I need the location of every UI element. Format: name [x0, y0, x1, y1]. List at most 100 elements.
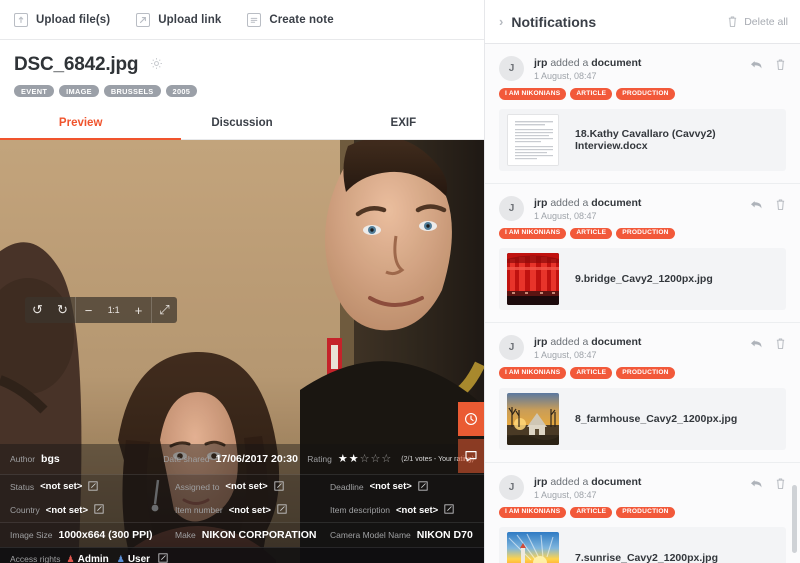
edit-icon[interactable] [418, 481, 428, 493]
notification-user: jrp [534, 475, 548, 488]
badge[interactable]: ARTICLE [570, 227, 613, 240]
attachment-name: 18.Kathy Cavallaro (Cavvy2) Interview.do… [575, 127, 716, 152]
edit-icon[interactable] [88, 481, 98, 493]
tab-preview[interactable]: Preview [0, 107, 182, 141]
country-value: <not set> [45, 504, 89, 516]
badge[interactable]: I AM NIKONIANS [499, 227, 567, 240]
image-size-field: Image Size 1000x664 (300 PPI) [10, 529, 175, 541]
edit-icon[interactable] [274, 481, 284, 493]
notification-item[interactable]: J jrp added a document 1 August, 08:47 I… [485, 183, 800, 324]
rotate-left-icon[interactable]: ↺ [25, 297, 50, 323]
delete-all-button[interactable]: Delete all [727, 15, 788, 28]
rating-label: Rating [307, 454, 332, 465]
notification-text: jrp added a document [534, 336, 750, 348]
create-note-button[interactable]: Create note [247, 12, 334, 27]
comment-button[interactable] [458, 439, 484, 474]
notifications-header: › Notifications Delete all [485, 0, 800, 44]
viewer-side-buttons [458, 402, 484, 474]
item-description-field: Item description <not set> [330, 504, 474, 516]
badge[interactable]: PRODUCTION [616, 88, 675, 100]
badge-list: I AM NIKONIANS ARTICLE PRODUCTION [499, 506, 786, 519]
notifications-list[interactable]: J jrp added a document 1 August, 08:47 I… [485, 44, 800, 563]
attachment[interactable]: 18.Kathy Cavallaro (Cavvy2) Interview.do… [499, 108, 786, 171]
avatar: J [499, 474, 524, 500]
zoom-reset-label[interactable]: 1:1 [101, 297, 126, 323]
zoom-out-icon[interactable]: − [76, 297, 101, 323]
speech-bubble-icon [465, 451, 477, 462]
tag-item[interactable]: IMAGE [59, 85, 99, 98]
reply-arrow-icon[interactable] [750, 198, 763, 216]
attachment[interactable]: 7.sunrise_Cavy2_1200px.jpg [499, 527, 786, 563]
notification-item[interactable]: J jrp added a document 1 August, 08:47 I… [485, 462, 800, 563]
notification-item[interactable]: J jrp added a document 1 August, 08:47 I… [485, 44, 800, 184]
country-label: Country [10, 505, 40, 516]
image-zoom-toolbar: ↺ ↻ − 1:1 + ⤢ [25, 297, 177, 324]
date-shared-field: Date shared 17/06/2017 20:30 [163, 453, 307, 465]
document-thumbnail [507, 113, 559, 166]
image-preview[interactable]: 19 [0, 140, 484, 563]
badge[interactable]: ARTICLE [570, 88, 613, 100]
reply-arrow-icon[interactable] [750, 337, 763, 355]
badge[interactable]: PRODUCTION [616, 367, 675, 379]
star-icon[interactable]: ★ [349, 453, 359, 465]
assigned-to-label: Assigned to [175, 481, 220, 492]
badge[interactable]: ARTICLE [570, 506, 613, 519]
delete-notification-icon[interactable] [775, 58, 786, 76]
deadline-value: <not set> [369, 481, 412, 493]
avatar: J [499, 195, 524, 221]
reply-arrow-icon[interactable] [750, 477, 763, 495]
reply-arrow-icon[interactable] [750, 58, 763, 76]
upload-toolbar: Upload file(s) Upload link Create note [0, 0, 484, 40]
delete-notification-icon[interactable] [775, 477, 786, 495]
tab-exif[interactable]: EXIF [323, 107, 484, 139]
external-link-icon [136, 12, 151, 27]
edit-icon[interactable] [277, 504, 287, 516]
tag-list: EVENT IMAGE BRUSSELS 2005 [14, 85, 470, 98]
tag-item[interactable]: 2005 [165, 85, 198, 98]
notifications-scrollbar[interactable] [792, 485, 797, 553]
upload-link-button[interactable]: Upload link [136, 12, 221, 27]
attachment[interactable]: 8_farmhouse_Cavy2_1200px.jpg [499, 387, 786, 450]
deadline-label: Deadline [330, 481, 364, 492]
fullscreen-icon[interactable]: ⤢ [152, 297, 177, 323]
badge[interactable]: PRODUCTION [616, 227, 675, 240]
delete-notification-icon[interactable] [775, 198, 786, 216]
rotate-right-icon[interactable]: ↻ [50, 297, 75, 323]
badge[interactable]: PRODUCTION [616, 506, 675, 519]
badge[interactable]: I AM NIKONIANS [499, 367, 567, 379]
notification-object: document [591, 475, 642, 488]
rating-stars[interactable]: ★ ★ ☆ ☆ ☆ [338, 453, 391, 465]
chevron-right-icon[interactable]: › [499, 15, 503, 28]
star-icon[interactable]: ☆ [381, 453, 391, 465]
history-button[interactable] [458, 402, 484, 437]
notification-user: jrp [534, 196, 548, 209]
attachment[interactable]: 9.bridge_Cavy2_1200px.jpg [499, 248, 786, 311]
zoom-in-icon[interactable]: + [126, 297, 151, 323]
clock-circle-icon [465, 413, 477, 426]
deadline-field: Deadline <not set> [330, 481, 474, 493]
tag-item[interactable]: EVENT [14, 85, 55, 98]
edit-icon[interactable] [444, 504, 454, 516]
delete-notification-icon[interactable] [775, 337, 786, 355]
badge[interactable]: I AM NIKONIANS [499, 88, 567, 100]
upload-files-button[interactable]: Upload file(s) [14, 12, 110, 27]
gear-icon[interactable] [150, 57, 163, 75]
tag-item[interactable]: BRUSSELS [103, 85, 161, 98]
star-icon[interactable]: ☆ [370, 453, 380, 465]
notification-user: jrp [534, 336, 548, 349]
edit-icon[interactable] [94, 504, 104, 516]
tab-discussion[interactable]: Discussion [161, 107, 322, 139]
badge[interactable]: ARTICLE [570, 367, 613, 379]
star-icon[interactable]: ★ [338, 453, 348, 465]
metadata-row-primary: Author bgs Date shared 17/06/2017 20:30 … [0, 444, 484, 475]
badge[interactable]: I AM NIKONIANS [499, 506, 567, 519]
edit-icon[interactable] [158, 553, 168, 563]
notification-time: 1 August, 08:47 [534, 350, 597, 361]
star-icon[interactable]: ☆ [360, 453, 370, 465]
notification-action: added a [550, 57, 589, 69]
image-thumbnail-bridge [507, 253, 559, 306]
status-label: Status [10, 481, 35, 492]
notification-item[interactable]: J jrp added a document 1 August, 08:47 I… [485, 323, 800, 463]
delete-all-label: Delete all [744, 15, 788, 28]
admin-role-icon: ♟ [66, 553, 75, 563]
